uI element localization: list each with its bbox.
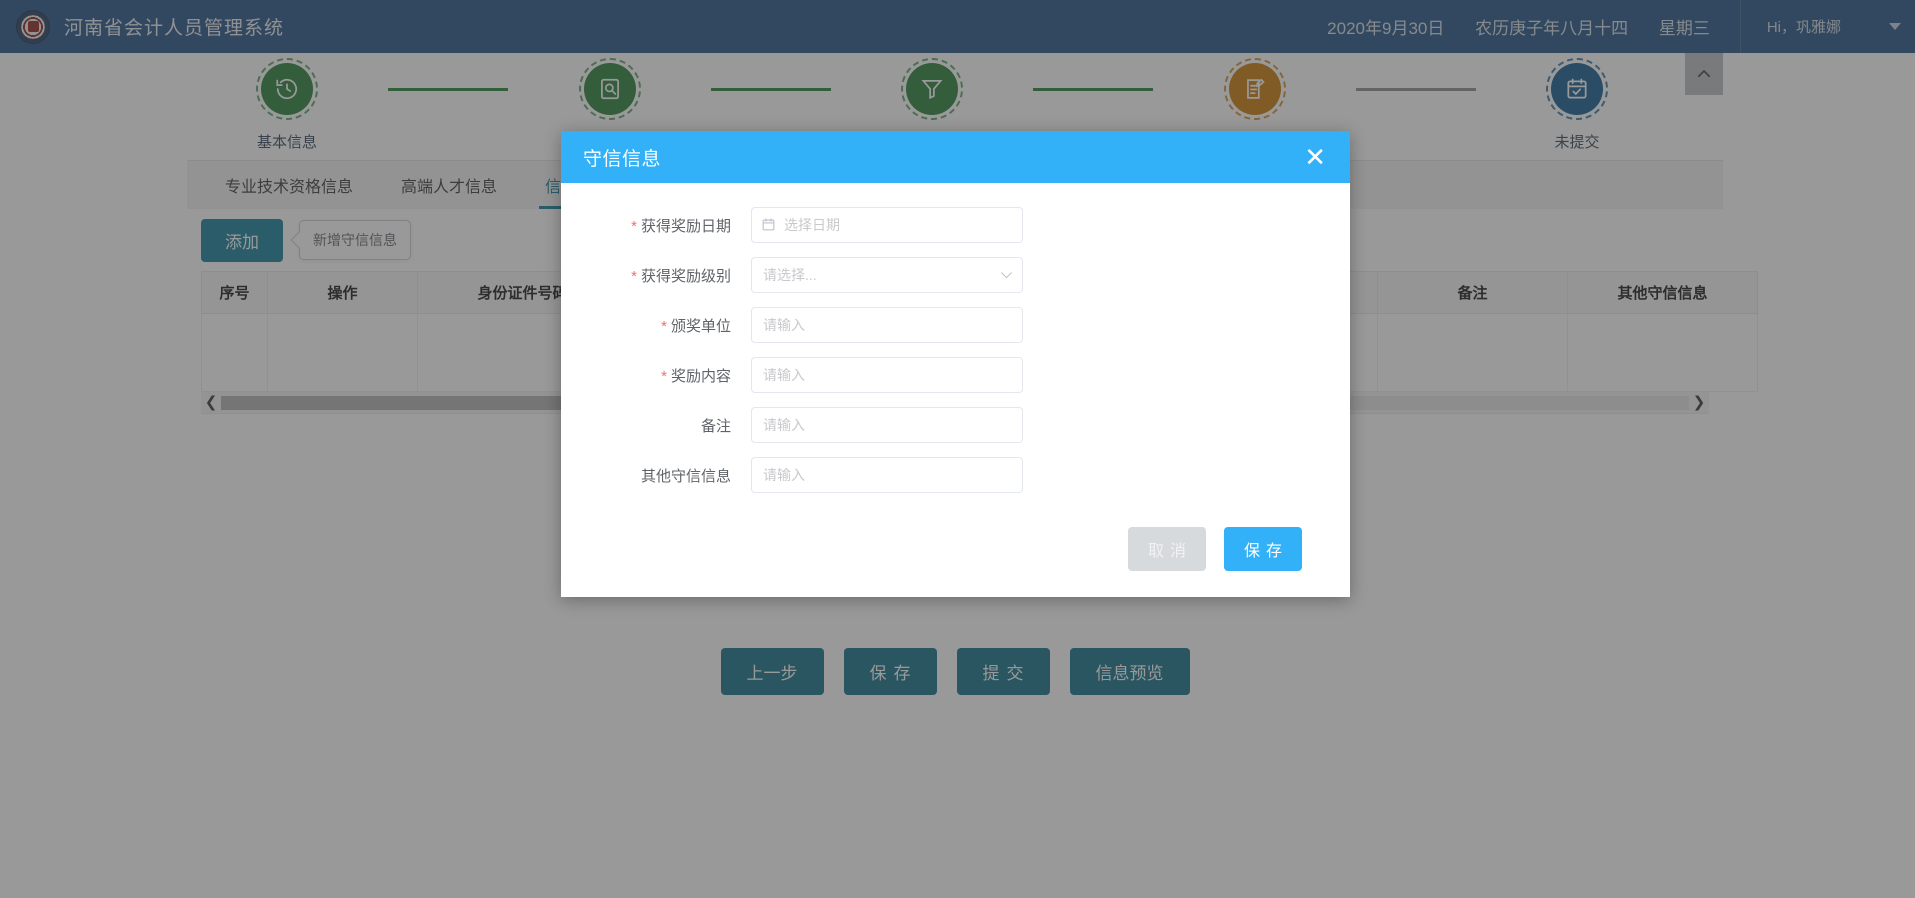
app-root: 河南省会计人员管理系统 2020年9月30日 农历庚子年八月十四 星期三 Hi，…: [0, 0, 1915, 898]
field-control: [751, 207, 1023, 243]
field-control: [751, 307, 1023, 343]
other-credit-input[interactable]: [751, 457, 1023, 493]
field-label: 其他守信信息: [641, 468, 731, 485]
field-row-award-content: *奖励内容: [561, 357, 1350, 393]
field-row-award-level: *获得奖励级别: [561, 257, 1350, 293]
award-level-select[interactable]: [751, 257, 1023, 293]
field-row-remark: 备注: [561, 407, 1350, 443]
close-icon[interactable]: ✕: [1300, 142, 1330, 172]
award-date-input[interactable]: [751, 207, 1023, 243]
field-label-wrap: *颁奖单位: [561, 315, 751, 336]
field-row-award-date: *获得奖励日期: [561, 207, 1350, 243]
credit-info-modal: 守信信息 ✕ *获得奖励日期: [561, 131, 1350, 597]
award-unit-input[interactable]: [751, 307, 1023, 343]
field-label: 获得奖励级别: [641, 268, 731, 285]
field-label: 颁奖单位: [671, 318, 731, 335]
modal-save-button[interactable]: 保存: [1224, 527, 1302, 571]
field-control: [751, 257, 1023, 293]
modal-header: 守信信息 ✕: [561, 131, 1350, 183]
modal-title: 守信信息: [583, 144, 661, 171]
cancel-button[interactable]: 取消: [1128, 527, 1206, 571]
field-row-award-unit: *颁奖单位: [561, 307, 1350, 343]
award-content-input[interactable]: [751, 357, 1023, 393]
field-label-wrap: 其他守信信息: [561, 465, 751, 486]
field-label-wrap: *奖励内容: [561, 365, 751, 386]
field-control: [751, 457, 1023, 493]
required-marker: *: [631, 218, 637, 235]
required-marker: *: [661, 318, 667, 335]
field-label: 备注: [701, 418, 731, 435]
modal-body: *获得奖励日期 *获得奖励级别: [561, 183, 1350, 513]
field-row-other-credit: 其他守信信息: [561, 457, 1350, 493]
field-label: 获得奖励日期: [641, 218, 731, 235]
remark-input[interactable]: [751, 407, 1023, 443]
field-label-wrap: *获得奖励级别: [561, 265, 751, 286]
required-marker: *: [661, 368, 667, 385]
field-label: 奖励内容: [671, 368, 731, 385]
required-marker: *: [631, 268, 637, 285]
field-label-wrap: 备注: [561, 415, 751, 436]
field-control: [751, 407, 1023, 443]
field-label-wrap: *获得奖励日期: [561, 215, 751, 236]
field-control: [751, 357, 1023, 393]
modal-footer: 取消 保存: [561, 513, 1350, 597]
